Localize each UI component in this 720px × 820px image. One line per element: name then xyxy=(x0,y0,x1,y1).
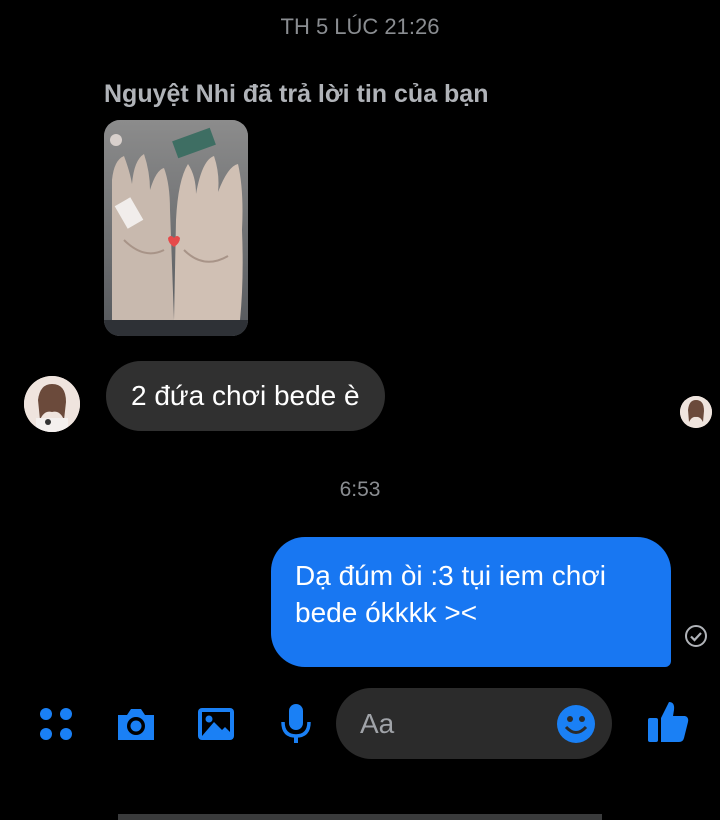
thread-timestamp: TH 5 LÚC 21:26 xyxy=(280,14,440,39)
replied-story-thumbnail[interactable] xyxy=(104,120,248,336)
smiley-icon[interactable] xyxy=(556,704,596,744)
thumbs-up-icon[interactable] xyxy=(644,698,692,746)
reply-context-label: Nguyệt Nhi đã trả lời tin của bạn xyxy=(104,80,489,108)
incoming-message-bubble[interactable]: 2 đứa chơi bede è xyxy=(106,361,385,431)
seen-by-avatar xyxy=(680,396,712,428)
camera-icon[interactable] xyxy=(114,702,158,746)
contact-avatar[interactable] xyxy=(24,376,80,432)
message-composer[interactable] xyxy=(336,688,612,759)
outgoing-message-line-2: bede ókkkk >< xyxy=(295,597,478,628)
four-dots-icon[interactable] xyxy=(34,702,78,746)
outgoing-message-line-1: Dạ đúm òi :3 tụi iem chơi xyxy=(295,560,606,591)
image-icon[interactable] xyxy=(194,702,238,746)
seen-avatar-image xyxy=(680,396,712,428)
outgoing-message-bubble[interactable]: Dạ đúm òi :3 tụi iem chơi bede ókkkk >< xyxy=(271,537,671,667)
system-navigation-bar xyxy=(118,814,602,820)
story-photo xyxy=(104,120,248,336)
message-input[interactable] xyxy=(360,688,550,759)
check-circle-icon xyxy=(684,624,708,648)
microphone-icon[interactable] xyxy=(274,702,318,746)
avatar-image xyxy=(24,376,80,432)
message-timestamp: 6:53 xyxy=(339,478,381,501)
